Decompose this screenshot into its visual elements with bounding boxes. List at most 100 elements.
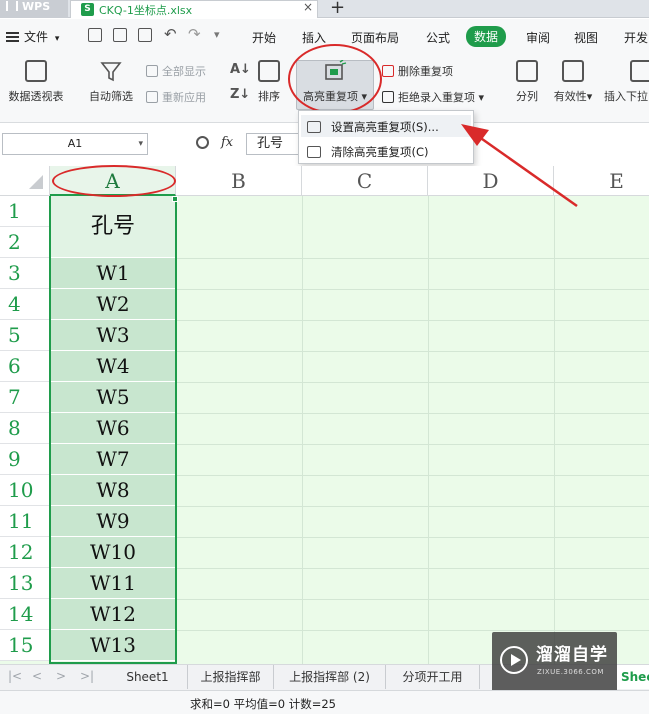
redo-icon[interactable]: ↷: [188, 25, 201, 43]
gridline: [176, 506, 649, 507]
select-all-corner[interactable]: [0, 166, 50, 196]
filter-clear-icon: [146, 65, 158, 77]
column-header-c[interactable]: C: [302, 166, 428, 196]
gridline: [176, 351, 649, 352]
annotation-circle-column-a: [52, 165, 176, 197]
formula-input[interactable]: 孔号: [246, 133, 306, 155]
reject-duplicates-label: 拒绝录入重复项: [398, 91, 475, 104]
gridline: [176, 444, 649, 445]
print-preview-icon[interactable]: [138, 28, 152, 42]
select-all-icon: [29, 175, 43, 189]
gridline: [176, 568, 649, 569]
gridline: [302, 196, 303, 664]
row-header-10[interactable]: 10: [0, 475, 50, 506]
row-header-4[interactable]: 4: [0, 289, 50, 320]
row-header-6[interactable]: 6: [0, 351, 50, 382]
fill-handle[interactable]: [172, 196, 178, 202]
tab-data[interactable]: 数据: [466, 26, 507, 47]
sheet-tab-sheet1[interactable]: Sheet1: [108, 665, 188, 689]
set-highlight-icon: [307, 121, 321, 133]
row-header-13[interactable]: 13: [0, 568, 50, 599]
sort-ascending-icon[interactable]: A↓: [230, 62, 251, 77]
document-tab-name: CKQ-1坐标点.xlsx: [99, 4, 193, 17]
reapply-label: 重新应用: [162, 91, 206, 104]
clear-highlight-duplicates-item[interactable]: 清除高亮重复项(C): [307, 144, 429, 160]
validity-label: 有效性▾: [553, 90, 593, 103]
split-columns-button[interactable]: 分列: [510, 60, 544, 104]
filter-icon: [100, 62, 122, 82]
row-header-5[interactable]: 5: [0, 320, 50, 351]
row-header-15[interactable]: 15: [0, 630, 50, 661]
tab-insert[interactable]: 插入: [302, 29, 326, 46]
name-box-value: A1: [67, 137, 83, 150]
gridline: [176, 258, 649, 259]
sort-button[interactable]: 排序: [254, 60, 284, 104]
set-highlight-duplicates-item[interactable]: 设置高亮重复项(S)...: [307, 119, 439, 135]
row-header-7[interactable]: 7: [0, 382, 50, 413]
tab-page-layout[interactable]: 页面布局: [351, 29, 399, 46]
sheet-tab-report-2[interactable]: 上报指挥部 (2): [274, 665, 386, 689]
insert-dropdown-button[interactable]: 插入下拉: [604, 60, 649, 104]
next-sheet-icon[interactable]: >: [56, 669, 66, 683]
row-header-11[interactable]: 11: [0, 506, 50, 537]
gridline: [428, 196, 429, 664]
annotation-arrow-icon: [461, 124, 578, 208]
reapply-button[interactable]: 重新应用: [146, 89, 206, 105]
document-tab[interactable]: S CKQ-1坐标点.xlsx: [70, 0, 318, 18]
quick-access-more-icon[interactable]: ▾: [214, 28, 220, 41]
gridline: [176, 289, 649, 290]
wps-home-tab[interactable]: WPS: [0, 0, 68, 18]
undo-icon[interactable]: ↶: [164, 25, 177, 43]
chevron-down-icon: ▾: [54, 34, 60, 44]
gridline: [176, 382, 649, 383]
play-logo-icon: [500, 646, 528, 674]
delete-duplicates-button[interactable]: 删除重复项: [382, 63, 453, 79]
row-header-12[interactable]: 12: [0, 537, 50, 568]
fx-icon[interactable]: fx: [221, 135, 233, 150]
file-menu-label: 文件: [24, 30, 49, 44]
last-sheet-icon[interactable]: >|: [80, 669, 94, 683]
tab-home[interactable]: 开始: [252, 29, 276, 46]
magnifier-icon[interactable]: [196, 136, 209, 149]
title-bar: WPS S CKQ-1坐标点.xlsx × +: [0, 0, 649, 18]
sheet-tab-report[interactable]: 上报指挥部: [188, 665, 274, 689]
row-header-2[interactable]: 2: [0, 227, 50, 258]
tab-view[interactable]: 视图: [574, 29, 598, 46]
annotation-circle-highlight: [288, 44, 382, 114]
close-tab-icon[interactable]: ×: [303, 0, 313, 14]
print-icon[interactable]: [113, 28, 127, 42]
sort-descending-icon[interactable]: Z↓: [230, 87, 250, 102]
tab-developer[interactable]: 开发: [624, 29, 648, 46]
new-tab-button[interactable]: +: [330, 0, 345, 18]
spreadsheet-grid[interactable]: A B C D E 1 2 3 4 5 6 7 8 9 10 11 12 13 …: [0, 166, 649, 664]
reject-duplicates-button[interactable]: 拒绝录入重复项 ▾: [382, 89, 484, 105]
row-header-1[interactable]: 1: [0, 196, 50, 227]
watermark-url: ZIXUE.3066.COM: [537, 668, 604, 676]
chevron-down-icon[interactable]: ▾: [138, 134, 143, 154]
show-all-button[interactable]: 全部显示: [146, 63, 206, 79]
sort-icon: [258, 60, 280, 82]
row-header-3[interactable]: 3: [0, 258, 50, 289]
sheet-tab-active[interactable]: Shee: [617, 665, 649, 689]
sheet-tab-start-work[interactable]: 分项开工用: [386, 665, 480, 689]
pivot-table-label: 数据透视表: [8, 90, 64, 103]
sort-label: 排序: [258, 90, 280, 103]
row-header-14[interactable]: 14: [0, 599, 50, 630]
file-menu[interactable]: 文件 ▾: [6, 28, 59, 45]
first-sheet-icon[interactable]: |<: [8, 669, 22, 683]
row-header-8[interactable]: 8: [0, 413, 50, 444]
pivot-table-button[interactable]: 数据透视表: [4, 60, 68, 104]
column-header-b[interactable]: B: [176, 166, 302, 196]
auto-filter-button[interactable]: 自动筛选: [84, 60, 138, 104]
filter-refresh-icon: [146, 91, 158, 103]
validity-icon: [562, 60, 584, 82]
tab-review[interactable]: 审阅: [526, 29, 550, 46]
prev-sheet-icon[interactable]: <: [32, 669, 42, 683]
tab-formula[interactable]: 公式: [426, 29, 450, 46]
row-header-9[interactable]: 9: [0, 444, 50, 475]
gridline: [176, 413, 649, 414]
save-icon[interactable]: [88, 28, 102, 42]
insert-dropdown-icon: [630, 60, 649, 82]
name-box[interactable]: A1 ▾: [2, 133, 148, 155]
validity-button[interactable]: 有效性▾: [548, 60, 598, 104]
